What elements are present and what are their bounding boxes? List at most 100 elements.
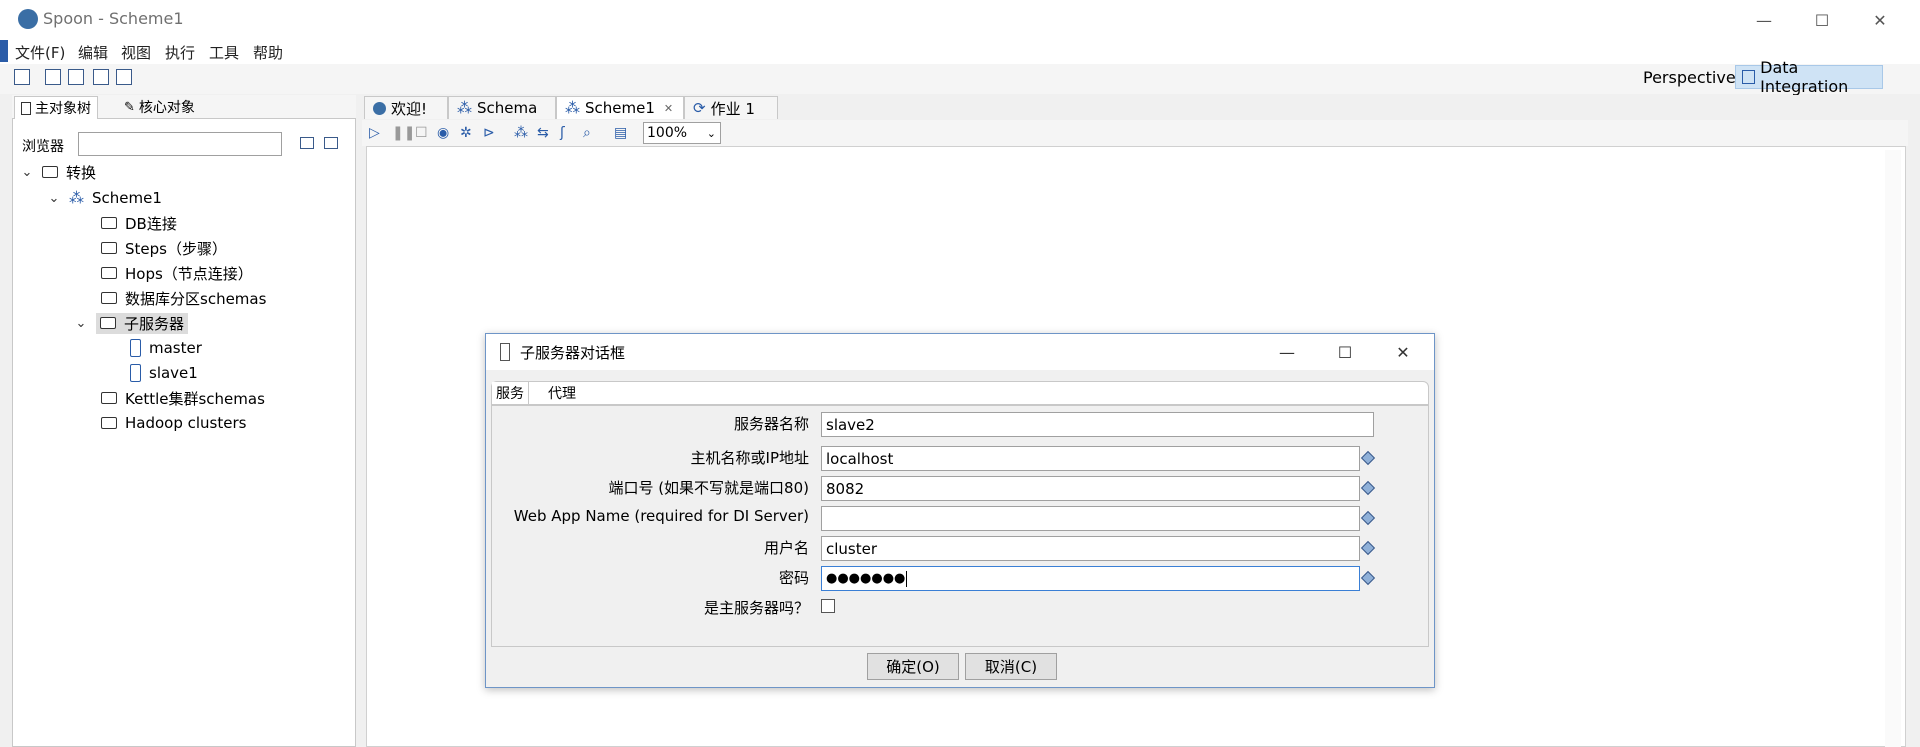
folder-icon bbox=[100, 317, 116, 329]
tab-service[interactable]: 服务 bbox=[492, 382, 529, 404]
save-icon[interactable] bbox=[93, 69, 109, 85]
accent-strip bbox=[0, 40, 8, 62]
close-tab-icon[interactable]: ✕ bbox=[664, 102, 673, 115]
browser-search-input[interactable] bbox=[78, 132, 282, 156]
menu-run[interactable]: 执行 bbox=[165, 42, 195, 63]
server-name-input[interactable]: slave2 bbox=[821, 412, 1374, 437]
tree-node-selected[interactable]: 子服务器 bbox=[96, 312, 189, 334]
tab-scheme1-label: Scheme1 bbox=[585, 99, 655, 117]
server-icon bbox=[130, 364, 141, 382]
tree-node-slave1[interactable]: slave1 bbox=[130, 362, 198, 384]
pause-icon[interactable]: ❚❚ bbox=[392, 125, 415, 141]
dialog-maximize-button[interactable]: ☐ bbox=[1320, 335, 1370, 369]
dialog-minimize-button[interactable]: — bbox=[1262, 335, 1312, 369]
tab-schema[interactable]: ⁂ Schema bbox=[448, 96, 556, 119]
tree-node-master[interactable]: master bbox=[130, 337, 202, 359]
sql-icon[interactable]: ʃ bbox=[560, 125, 565, 141]
server-icon bbox=[130, 339, 141, 357]
folder-icon bbox=[101, 392, 117, 404]
close-button[interactable]: ✕ bbox=[1851, 0, 1909, 40]
folder-icon bbox=[101, 417, 117, 429]
run-icon[interactable]: ▷ bbox=[369, 125, 380, 141]
tab-job1[interactable]: ⟳ 作业 1 bbox=[684, 96, 778, 119]
tree-node-label: 转换 bbox=[66, 163, 97, 182]
transformation-icon: ⁂ bbox=[69, 189, 84, 207]
tree-node-label: Kettle集群schemas bbox=[125, 389, 265, 408]
cancel-button[interactable]: 取消(C) bbox=[965, 653, 1057, 680]
chevron-down-icon[interactable]: ⌄ bbox=[74, 316, 88, 331]
chevron-down-icon[interactable]: ⌄ bbox=[20, 165, 34, 180]
password-label: 密码 bbox=[778, 569, 809, 587]
tree-node-label: 子服务器 bbox=[124, 314, 185, 333]
tab-core-objects-label: 核心对象 bbox=[138, 100, 195, 116]
port-label: 端口号 (如果不写就是端口80) bbox=[608, 479, 809, 497]
tab-job1-label: 作业 1 bbox=[710, 99, 755, 118]
impact-icon[interactable]: ⇆ bbox=[537, 125, 549, 141]
stop-icon[interactable]: ☐ bbox=[415, 125, 428, 141]
chevron-down-icon: ⌄ bbox=[706, 126, 716, 140]
tree-node-label: Hops（节点连接） bbox=[125, 264, 253, 283]
open-file-icon[interactable] bbox=[45, 69, 61, 85]
replay-icon[interactable]: ⊳ bbox=[483, 125, 495, 141]
document-icon bbox=[21, 101, 31, 115]
tree-node-hadoop-clusters[interactable]: Hadoop clusters bbox=[101, 412, 246, 434]
show-results-icon[interactable]: ▤ bbox=[614, 125, 627, 141]
dialog-close-button[interactable]: ✕ bbox=[1378, 335, 1428, 369]
expand-all-icon[interactable] bbox=[300, 137, 314, 149]
menu-view[interactable]: 视图 bbox=[121, 42, 151, 63]
menu-file[interactable]: 文件(F) bbox=[15, 42, 65, 63]
main-toolbar bbox=[0, 64, 1920, 94]
username-input[interactable]: cluster bbox=[821, 536, 1360, 561]
tree-node-label: master bbox=[149, 339, 202, 357]
tree-node-cluster-schemas[interactable]: Kettle集群schemas bbox=[101, 387, 265, 409]
transformation-icon: ⁂ bbox=[565, 99, 580, 117]
tab-scheme1[interactable]: ⁂ Scheme1 ✕ bbox=[556, 96, 684, 119]
ok-button[interactable]: 确定(O) bbox=[867, 653, 959, 680]
collapse-all-icon[interactable] bbox=[324, 137, 338, 149]
maximize-button[interactable]: ☐ bbox=[1793, 0, 1851, 40]
tab-core-objects[interactable]: ✎ 核心对象 bbox=[118, 96, 201, 118]
tree-node-scheme1[interactable]: ⌄ ⁂ Scheme1 bbox=[47, 187, 162, 209]
tab-main-tree[interactable]: 主对象树 bbox=[14, 96, 98, 119]
menu-help[interactable]: 帮助 bbox=[253, 42, 283, 63]
explore-repository-icon[interactable] bbox=[68, 69, 84, 85]
zoom-value: 100% bbox=[647, 125, 688, 141]
port-input[interactable]: 8082 bbox=[821, 476, 1360, 501]
host-input[interactable]: localhost bbox=[821, 446, 1360, 471]
save-as-icon[interactable] bbox=[116, 69, 132, 85]
tab-proxy[interactable]: 代理 bbox=[544, 382, 580, 404]
folder-icon bbox=[101, 267, 117, 279]
tree-node-label: 数据库分区schemas bbox=[125, 289, 267, 308]
is-master-checkbox[interactable] bbox=[821, 599, 835, 613]
menubar bbox=[0, 40, 1920, 64]
tab-welcome[interactable]: 欢迎! bbox=[364, 96, 448, 119]
canvas-toolbar bbox=[362, 120, 1908, 146]
debug-icon[interactable]: ✲ bbox=[460, 125, 472, 141]
tree-node-hops[interactable]: Hops（节点连接） bbox=[101, 262, 253, 284]
tree-node-label: DB连接 bbox=[125, 214, 177, 233]
password-input[interactable]: ●●●●●●● bbox=[821, 566, 1360, 591]
browser-label: 浏览器 bbox=[22, 139, 64, 155]
perspective-button[interactable]: Data Integration bbox=[1735, 58, 1883, 96]
new-file-icon[interactable] bbox=[14, 69, 30, 85]
menu-tools[interactable]: 工具 bbox=[209, 42, 239, 63]
tree-node-db-connections[interactable]: DB连接 bbox=[101, 212, 177, 234]
zoom-select[interactable]: 100% ⌄ bbox=[643, 122, 721, 144]
chevron-down-icon[interactable]: ⌄ bbox=[47, 191, 61, 206]
preview-icon[interactable]: ◉ bbox=[437, 125, 449, 141]
minimize-button[interactable]: — bbox=[1735, 0, 1793, 40]
menu-edit[interactable]: 编辑 bbox=[78, 42, 108, 63]
verify-icon[interactable]: ⁂ bbox=[514, 125, 528, 141]
vertical-scrollbar[interactable] bbox=[1885, 150, 1901, 747]
tree-node-label: Scheme1 bbox=[92, 189, 162, 207]
explore-db-icon[interactable]: ⌕ bbox=[583, 125, 591, 141]
tree-node-partition-schemas[interactable]: 数据库分区schemas bbox=[101, 287, 266, 309]
tree-node-slave-servers[interactable]: ⌄ 子服务器 bbox=[74, 312, 189, 334]
tree-node-steps[interactable]: Steps（步骤） bbox=[101, 237, 227, 259]
tree-node-transformations[interactable]: ⌄ 转换 bbox=[20, 161, 96, 183]
is-master-label: 是主服务器吗？ bbox=[703, 599, 809, 617]
spoon-small-icon bbox=[373, 101, 386, 115]
webapp-input[interactable] bbox=[821, 506, 1360, 531]
tab-main-tree-label: 主对象树 bbox=[35, 101, 91, 117]
password-value: ●●●●●●● bbox=[826, 571, 906, 586]
